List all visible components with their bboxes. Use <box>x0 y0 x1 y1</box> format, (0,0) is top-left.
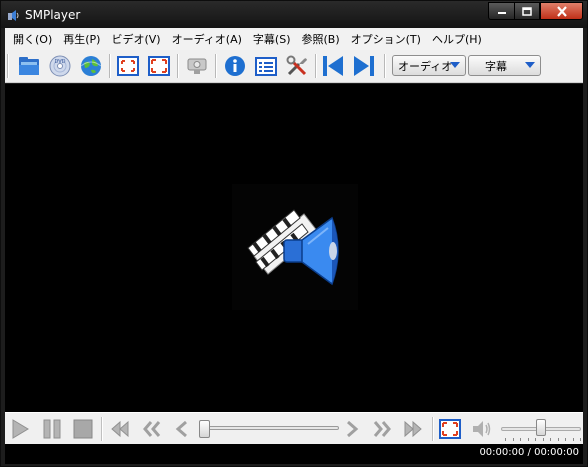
control-bar <box>5 412 583 444</box>
volume-tick <box>565 438 566 441</box>
video-area[interactable] <box>5 84 583 412</box>
control-separator <box>101 417 103 441</box>
compact-mode-icon[interactable] <box>116 54 140 78</box>
play-icon[interactable] <box>9 418 31 440</box>
volume-slider-handle[interactable] <box>536 419 546 436</box>
toolbar-separator <box>109 54 111 78</box>
pause-icon[interactable] <box>41 418 63 440</box>
forward-medium-icon[interactable] <box>371 418 393 440</box>
audio-track-combo[interactable]: オーディオ <box>392 55 466 76</box>
open-folder-icon[interactable] <box>17 54 41 78</box>
close-button[interactable] <box>540 2 583 20</box>
clapper-speaker-logo-icon <box>247 209 339 286</box>
mute-speaker-icon[interactable] <box>471 418 493 440</box>
maximize-button[interactable] <box>514 2 540 20</box>
status-bar: 00:00:00 / 00:00:00 <box>5 444 583 464</box>
volume-tick <box>542 438 544 441</box>
audio-combo-label: オーディオ <box>398 59 453 73</box>
previous-icon[interactable] <box>321 54 345 78</box>
fullscreen-toggle-icon[interactable] <box>439 418 461 440</box>
stop-icon[interactable] <box>72 418 94 440</box>
preferences-tools-icon[interactable] <box>285 54 309 78</box>
volume-tick <box>520 438 521 441</box>
seek-bar-track[interactable] <box>203 426 339 430</box>
chevron-down-icon <box>525 62 535 68</box>
volume-tick <box>535 438 536 441</box>
rewind-long-icon[interactable] <box>109 418 131 440</box>
maximize-icon <box>522 6 532 16</box>
seek-bar-handle[interactable] <box>199 420 210 438</box>
toolbar-separator <box>384 54 386 78</box>
menu-video[interactable]: ビデオ(V) <box>107 31 167 47</box>
volume-tick <box>527 438 529 441</box>
next-icon[interactable] <box>352 54 376 78</box>
window-title: SMPlayer <box>25 8 81 22</box>
info-icon[interactable] <box>223 54 247 78</box>
smplayer-app-icon <box>8 10 19 21</box>
open-url-globe-icon[interactable] <box>79 54 103 78</box>
forward-long-icon[interactable] <box>402 418 424 440</box>
control-separator <box>432 417 434 441</box>
volume-tick <box>580 438 581 441</box>
smplayer-window: SMPlayer 開く(O) 再生(P) ビデオ(V) オーディオ(A) 字幕(… <box>0 0 588 467</box>
playlist-icon[interactable] <box>254 54 278 78</box>
menu-bar: 開く(O) 再生(P) ビデオ(V) オーディオ(A) 字幕(S) 参照(B) … <box>5 28 583 50</box>
time-readout: 00:00:00 / 00:00:00 <box>479 447 579 458</box>
rewind-short-icon[interactable] <box>171 418 193 440</box>
toolbar-separator <box>177 54 179 78</box>
rewind-medium-icon[interactable] <box>141 418 163 440</box>
menu-options[interactable]: オプション(T) <box>347 31 428 47</box>
volume-tick <box>557 438 559 441</box>
volume-tick <box>572 438 574 441</box>
main-toolbar: DVD オーディオ 字幕 <box>5 50 583 83</box>
minimize-icon <box>497 12 506 14</box>
toolbar-grip <box>7 54 9 78</box>
menu-audio[interactable]: オーディオ(A) <box>168 31 249 47</box>
svg-text:DVD: DVD <box>54 59 65 65</box>
screenshot-icon[interactable] <box>185 54 209 78</box>
toolbar-separator <box>215 54 217 78</box>
forward-short-icon[interactable] <box>341 418 363 440</box>
volume-tick <box>505 438 506 441</box>
open-dvd-icon[interactable]: DVD <box>48 54 72 78</box>
menu-open[interactable]: 開く(O) <box>9 31 59 47</box>
volume-tick <box>550 438 551 441</box>
close-icon <box>556 5 567 17</box>
menu-help[interactable]: ヘルプ(H) <box>428 31 489 47</box>
title-bar[interactable]: SMPlayer <box>1 1 587 28</box>
volume-tick <box>512 438 514 441</box>
subtitle-track-combo[interactable]: 字幕 <box>468 55 541 76</box>
toolbar-separator <box>315 54 317 78</box>
minimize-button[interactable] <box>488 2 514 20</box>
menu-play[interactable]: 再生(P) <box>59 31 107 47</box>
menu-subtitles[interactable]: 字幕(S) <box>249 31 298 47</box>
smplayer-logo <box>232 184 358 310</box>
chevron-down-icon <box>450 62 460 68</box>
menu-browse[interactable]: 参照(B) <box>298 31 347 47</box>
subtitle-combo-label: 字幕 <box>485 59 507 73</box>
fullscreen-icon[interactable] <box>147 54 171 78</box>
